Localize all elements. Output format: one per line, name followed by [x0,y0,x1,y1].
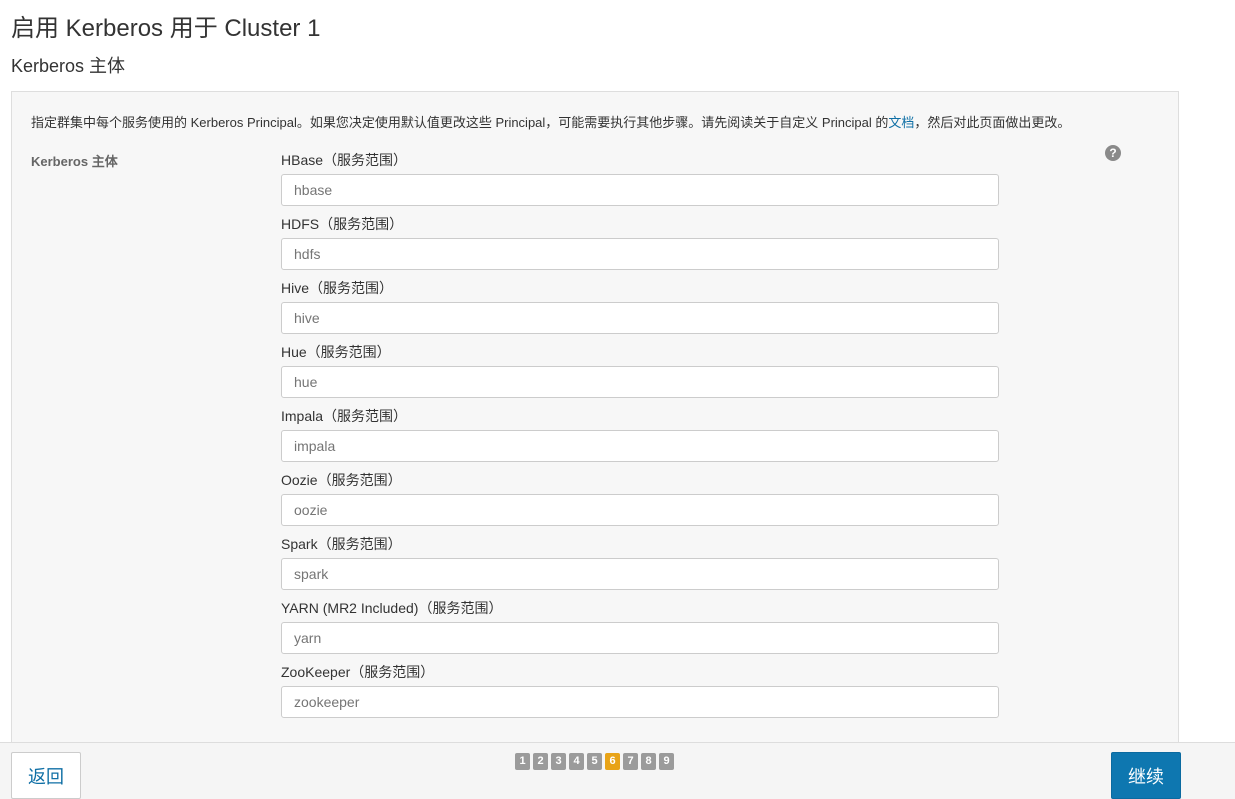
field-yarn: YARN (MR2 Included)（服务范围） [281,598,999,662]
step-9: 9 [659,753,674,770]
step-1: 1 [515,753,530,770]
description-suffix: ，然后对此页面做出更改。 [914,115,1071,130]
field-label: Hue（服务范围） [281,344,391,360]
kerberos-principals-label: Kerberos 主体 [31,154,118,169]
step-3: 3 [551,753,566,770]
zookeeper-principal-input[interactable] [281,686,999,718]
field-zookeeper: ZooKeeper（服务范围） [281,662,999,726]
field-hdfs: HDFS（服务范围） [281,214,999,278]
step-6-current: 6 [605,753,620,770]
step-8: 8 [641,753,656,770]
field-label: HDFS（服务范围） [281,216,404,232]
field-label: Spark（服务范围） [281,536,402,552]
continue-button[interactable]: 继续 [1111,752,1181,799]
impala-principal-input[interactable] [281,430,999,462]
back-button[interactable]: 返回 [11,752,81,799]
step-4: 4 [569,753,584,770]
hue-principal-input[interactable] [281,366,999,398]
help-icon[interactable]: ? [1105,145,1121,161]
field-hbase: HBase（服务范围） [281,150,999,214]
field-label: HBase（服务范围） [281,152,408,168]
step-2: 2 [533,753,548,770]
hbase-principal-input[interactable] [281,174,999,206]
field-label: Hive（服务范围） [281,280,394,296]
field-label: Oozie（服务范围） [281,472,402,488]
step-7: 7 [623,753,638,770]
description: 指定群集中每个服务使用的 Kerberos Principal。如果您决定使用默… [31,112,1070,131]
documentation-link[interactable]: 文档 [888,115,914,130]
field-hue: Hue（服务范围） [281,342,999,406]
step-indicator: 1 2 3 4 5 6 7 8 9 [515,753,674,770]
oozie-principal-input[interactable] [281,494,999,526]
spark-principal-input[interactable] [281,558,999,590]
section-title: Kerberos 主体 [11,56,126,76]
hdfs-principal-input[interactable] [281,238,999,270]
field-hive: Hive（服务范围） [281,278,999,342]
step-5: 5 [587,753,602,770]
page-title: 启用 Kerberos 用于 Cluster 1 [11,15,321,42]
hive-principal-input[interactable] [281,302,999,334]
description-prefix: 指定群集中每个服务使用的 Kerberos Principal。如果您决定使用默… [31,115,889,130]
principals-panel: 指定群集中每个服务使用的 Kerberos Principal。如果您决定使用默… [11,91,1179,751]
field-spark: Spark（服务范围） [281,534,999,598]
field-impala: Impala（服务范围） [281,406,999,470]
field-label: Impala（服务范围） [281,408,408,424]
yarn-principal-input[interactable] [281,622,999,654]
principal-fields: HBase（服务范围） HDFS（服务范围） Hive（服务范围） Hue（服务… [281,150,999,726]
field-oozie: Oozie（服务范围） [281,470,999,534]
field-label: YARN (MR2 Included)（服务范围） [281,600,503,616]
field-label: ZooKeeper（服务范围） [281,664,435,680]
wizard-footer: 返回 1 2 3 4 5 6 7 8 9 继续 [0,742,1235,799]
